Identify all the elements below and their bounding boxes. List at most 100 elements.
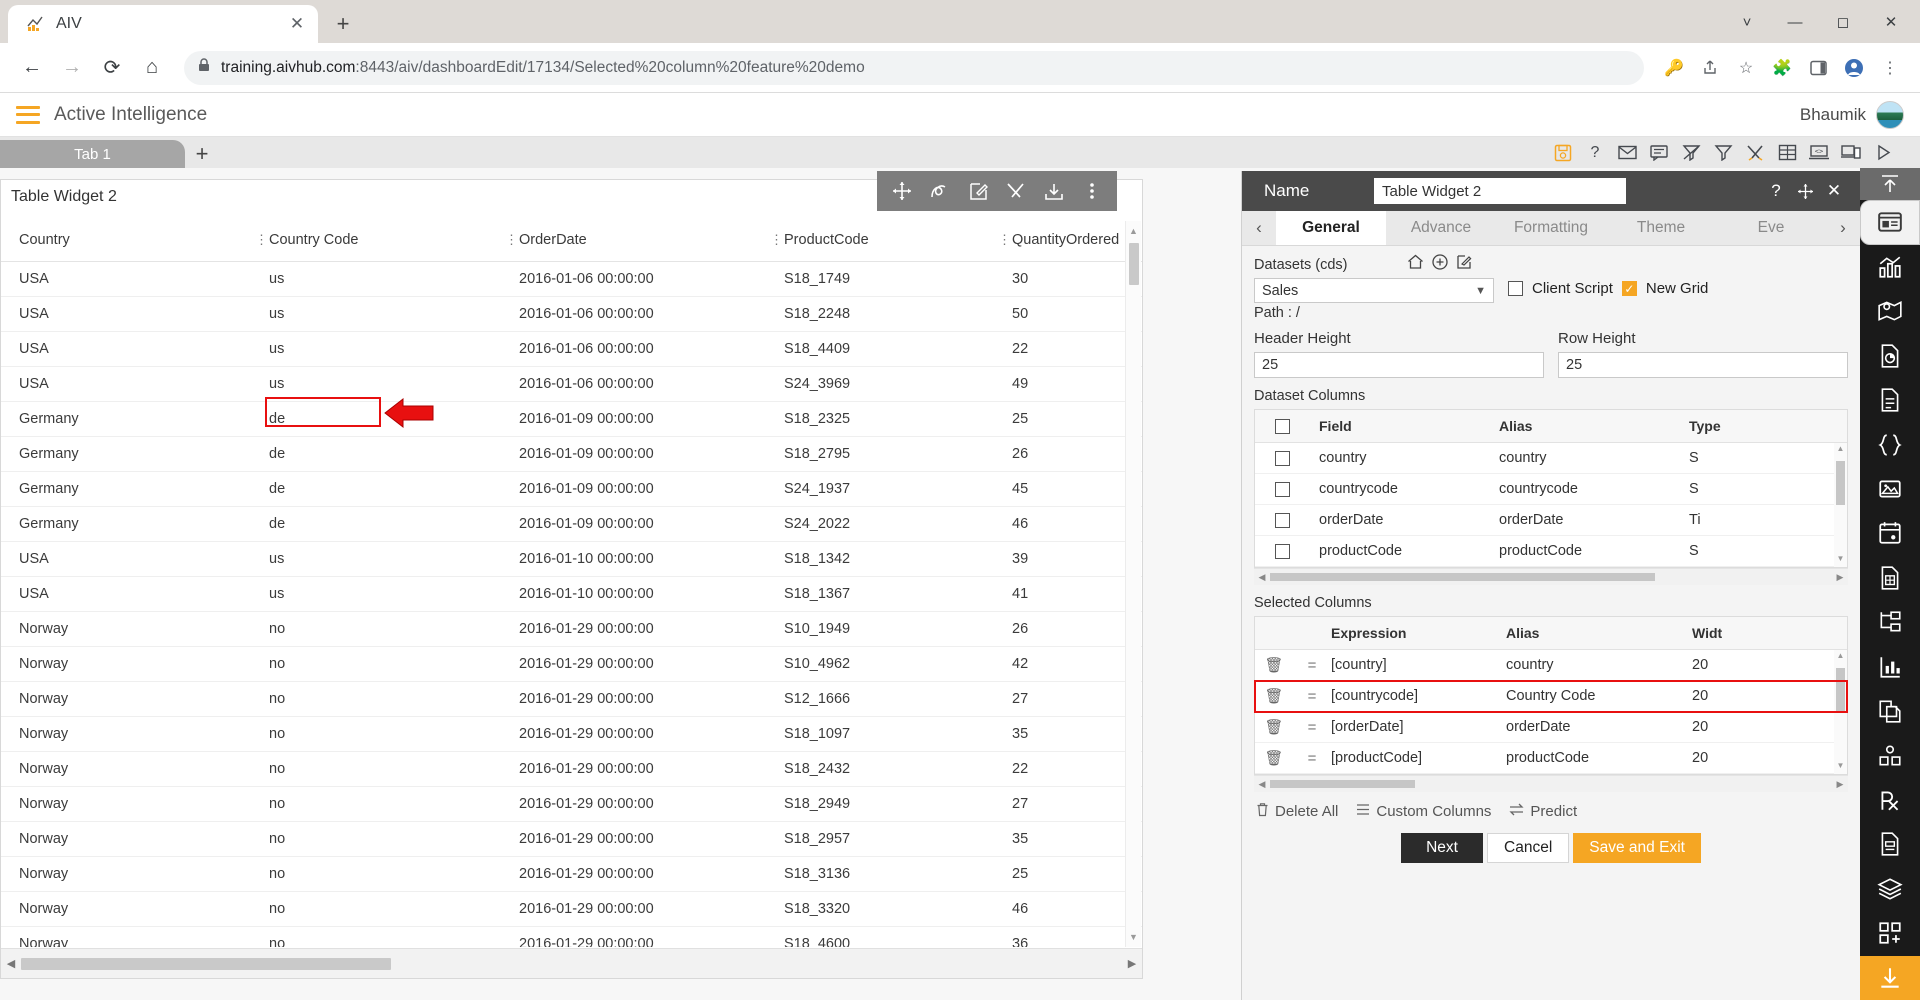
table-row[interactable]: Germany de 2016-01-09 00:00:00 S24_2022 46 (1, 506, 1142, 542)
selected-column-row[interactable]: 🗑 = [country] country 20 (1255, 650, 1847, 681)
table-icon[interactable] (1776, 142, 1798, 164)
tab-formatting[interactable]: Formatting (1496, 211, 1606, 245)
close-icon[interactable]: ✕ (286, 13, 308, 35)
filter-off-icon[interactable] (1680, 142, 1702, 164)
table-row[interactable]: USA us 2016-01-10 00:00:00 S18_1342 39 (1, 541, 1142, 577)
scroll-thumb[interactable] (1129, 243, 1139, 285)
dataset-column-row[interactable]: orderDate orderDate Ti (1255, 505, 1847, 536)
column-menu-icon[interactable]: ⋮ (998, 233, 1011, 246)
chevron-right-icon[interactable]: › (1826, 211, 1860, 245)
table-row[interactable]: Norway no 2016-01-29 00:00:00 S18_2957 35 (1, 821, 1142, 857)
hscroll-thumb[interactable] (21, 957, 391, 970)
table-row[interactable]: Germany de 2016-01-09 00:00:00 S18_2795 26 (1, 436, 1142, 472)
equals-icon[interactable]: = (1293, 719, 1331, 736)
scroll-up-icon[interactable]: ▲ (1126, 223, 1141, 239)
table-row[interactable]: Norway no 2016-01-29 00:00:00 S12_1666 27 (1, 681, 1142, 717)
share-icon[interactable] (1694, 52, 1726, 84)
table-vertical-scrollbar[interactable]: ▲ ▼ (1125, 221, 1141, 947)
reload-icon[interactable]: ⟳ (94, 50, 130, 86)
table-horizontal-scrollbar[interactable]: ◀ ▶ (1, 948, 1142, 978)
scroll-left-icon[interactable]: ◀ (1, 957, 21, 970)
tab-events[interactable]: Eve (1716, 211, 1826, 245)
table-row[interactable]: USA us 2016-01-10 00:00:00 S18_1367 41 (1, 576, 1142, 612)
header-height-input[interactable] (1254, 352, 1544, 378)
save-and-exit-button[interactable]: Save and Exit (1573, 833, 1701, 863)
download-icon[interactable] (1035, 171, 1073, 211)
trash-icon[interactable]: 🗑 (1255, 749, 1293, 767)
move-icon[interactable] (883, 171, 921, 211)
code-icon[interactable]: <> (1808, 142, 1830, 164)
edit-icon[interactable] (959, 171, 997, 211)
hscroll-thumb[interactable] (1270, 780, 1415, 788)
rail-widget-icon[interactable] (1860, 199, 1920, 245)
row-checkbox[interactable] (1255, 450, 1309, 466)
scroll-thumb[interactable] (1836, 461, 1845, 505)
rail-bar-chart-icon[interactable] (1860, 645, 1920, 689)
tools-icon[interactable] (997, 171, 1035, 211)
chevron-down-icon[interactable]: ˅ (1724, 5, 1770, 39)
rail-chart-icon[interactable] (1860, 245, 1920, 289)
rail-prescription-icon[interactable] (1860, 778, 1920, 822)
dataset-columns-hscroll[interactable]: ◀ ▶ (1254, 568, 1848, 585)
hamburger-icon[interactable] (16, 105, 40, 124)
rail-form-icon[interactable] (1860, 822, 1920, 866)
help-icon[interactable]: ? (1584, 142, 1606, 164)
dataset-column-row[interactable]: country country S (1255, 443, 1847, 474)
user-area[interactable]: Bhaumik (1800, 100, 1904, 129)
selected-column-row[interactable]: 🗑 = [orderDate] orderDate 20 (1255, 712, 1847, 743)
table-row[interactable]: Germany de 2016-01-09 00:00:00 S18_2325 25 (1, 401, 1142, 437)
row-height-input[interactable] (1558, 352, 1848, 378)
table-row[interactable]: USA us 2016-01-06 00:00:00 S24_3969 49 (1, 366, 1142, 402)
rail-download-icon[interactable] (1860, 955, 1920, 1000)
help-icon[interactable]: ? (1766, 181, 1786, 201)
move-icon[interactable] (1795, 181, 1815, 201)
rail-calendar-icon[interactable] (1860, 511, 1920, 555)
minimize-icon[interactable]: — (1772, 5, 1818, 39)
next-button[interactable]: Next (1401, 833, 1484, 863)
extensions-icon[interactable]: 🧩 (1766, 52, 1798, 84)
star-icon[interactable]: ☆ (1730, 52, 1762, 84)
dataset-column-row[interactable]: productCode productCode S (1255, 536, 1847, 567)
sidepanel-icon[interactable] (1802, 52, 1834, 84)
address-bar[interactable]: training.aivhub.com:8443/aiv/dashboardEd… (184, 50, 1644, 85)
tab-theme[interactable]: Theme (1606, 211, 1716, 245)
comment-icon[interactable] (1648, 142, 1670, 164)
table-row[interactable]: Norway no 2016-01-29 00:00:00 S18_3136 25 (1, 856, 1142, 892)
column-menu-icon[interactable]: ⋮ (505, 233, 518, 246)
new-grid-checkbox[interactable]: ✓ (1621, 281, 1637, 296)
table-row[interactable]: Norway no 2016-01-29 00:00:00 S18_4600 36 (1, 926, 1142, 947)
row-checkbox[interactable] (1255, 543, 1309, 559)
rail-copy-page-icon[interactable] (1860, 689, 1920, 733)
scroll-up-icon[interactable]: ▲ (1834, 444, 1847, 456)
equals-icon[interactable]: = (1293, 750, 1331, 767)
trash-icon[interactable]: 🗑 (1255, 656, 1293, 674)
table-row[interactable]: Germany de 2016-01-09 00:00:00 S24_1937 45 (1, 471, 1142, 507)
column-header-orderdate[interactable]: ⋮ OrderDate (501, 220, 766, 262)
rail-document-icon[interactable] (1860, 378, 1920, 422)
predict-link[interactable]: Predict (1509, 803, 1577, 820)
chevron-left-icon[interactable]: ‹ (1242, 211, 1276, 245)
devices-icon[interactable] (1840, 142, 1862, 164)
filter-icon[interactable] (1712, 142, 1734, 164)
rail-hierarchy-icon[interactable] (1860, 600, 1920, 644)
tab-advance[interactable]: Advance (1386, 211, 1496, 245)
equals-icon[interactable]: = (1293, 657, 1331, 674)
close-icon[interactable]: ✕ (1824, 181, 1844, 201)
mail-icon[interactable] (1616, 142, 1638, 164)
profile-icon[interactable] (1838, 52, 1870, 84)
window-close-icon[interactable]: ✕ (1868, 5, 1914, 39)
table-row[interactable]: Norway no 2016-01-29 00:00:00 S18_3320 46 (1, 891, 1142, 927)
selected-columns-scrollbar[interactable]: ▲ ▼ (1834, 650, 1847, 774)
column-menu-icon[interactable]: ⋮ (770, 233, 783, 246)
add-tab-icon[interactable]: + (185, 140, 219, 168)
scribble-icon[interactable] (921, 171, 959, 211)
scroll-right-icon[interactable]: ▶ (1832, 572, 1848, 583)
maximize-icon[interactable]: ◻ (1820, 5, 1866, 39)
forward-arrow-icon[interactable]: → (54, 50, 90, 86)
rail-layers-icon[interactable] (1860, 867, 1920, 911)
dataset-column-row[interactable]: countrycode countrycode S (1255, 474, 1847, 505)
scroll-left-icon[interactable]: ◀ (1254, 779, 1270, 790)
rail-report-pie-icon[interactable] (1860, 333, 1920, 377)
table-row[interactable]: USA us 2016-01-06 00:00:00 S18_4409 22 (1, 331, 1142, 367)
table-row[interactable]: Norway no 2016-01-29 00:00:00 S18_2432 22 (1, 751, 1142, 787)
